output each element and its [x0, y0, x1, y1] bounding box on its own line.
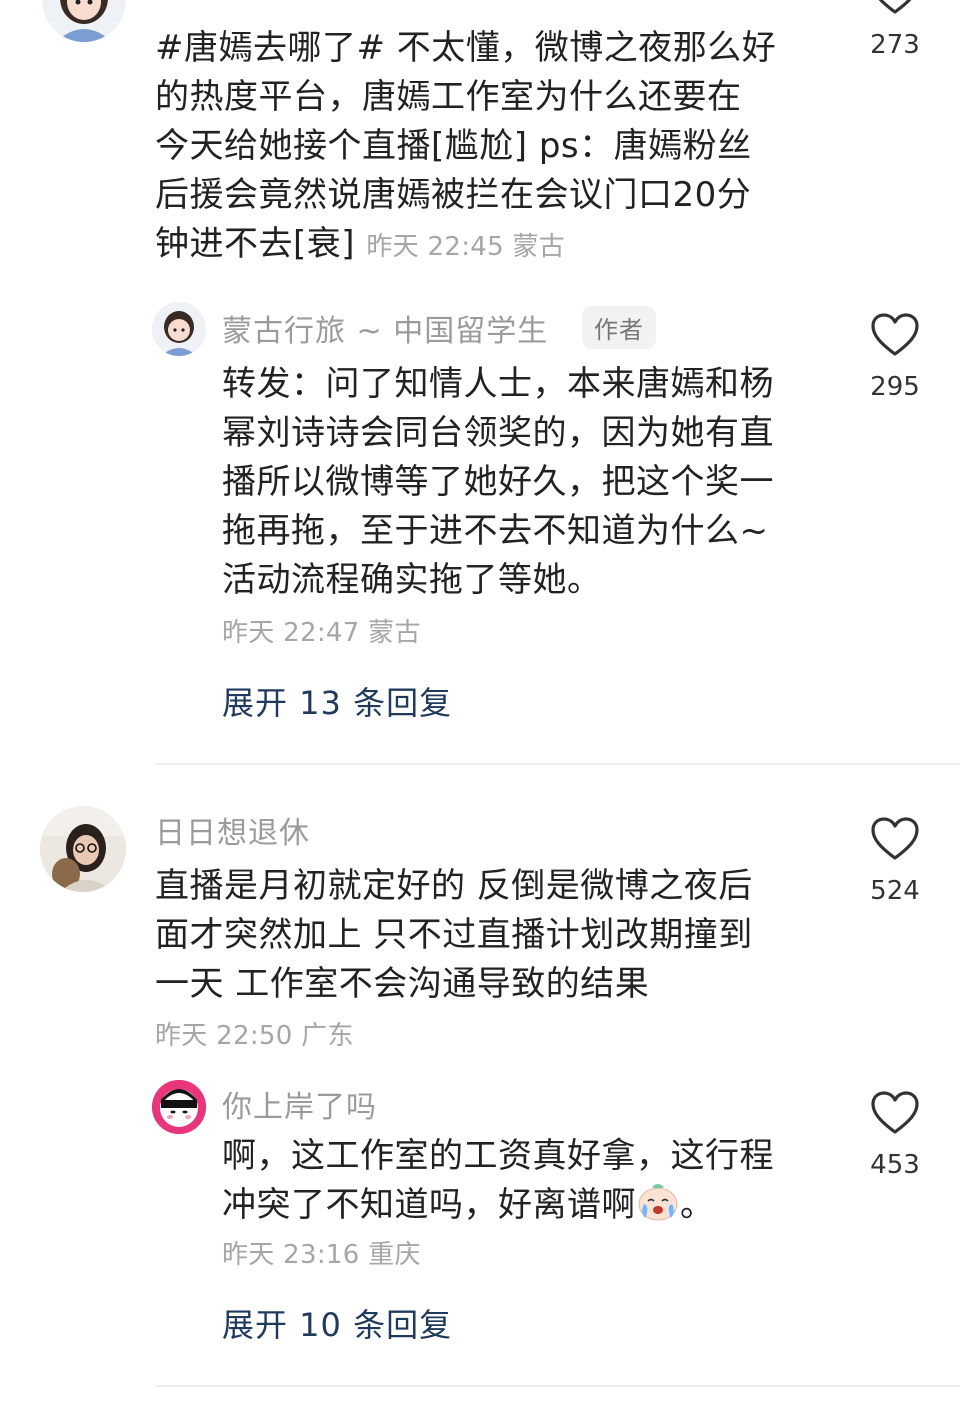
comment-meta: 昨天 22:50 广东	[155, 1021, 354, 1051]
avatar[interactable]	[40, 806, 126, 892]
like-count: 273	[870, 30, 920, 60]
reply-line: 冲突了不知道吗，好离谱啊 。	[222, 1181, 832, 1230]
expand-replies-button[interactable]: 展开 10 条回复	[222, 1300, 452, 1346]
comment-line: 一天 工作室不会沟通导致的结果	[155, 964, 650, 1004]
like-count: 453	[870, 1150, 920, 1180]
heart-outline-icon[interactable]	[870, 312, 920, 358]
comment-line: 的热度平台，唐嫣工作室为什么还要在	[155, 77, 742, 117]
reply-avatar[interactable]	[152, 1080, 206, 1134]
divider	[155, 763, 960, 765]
reply-text: 转发：问了知情人士，本来唐嫣和杨 幂刘诗诗会同台领奖的，因为她有直 播所以微博等…	[222, 360, 832, 605]
reply-line: 啊，这工作室的工资真好拿，这行程	[222, 1136, 774, 1176]
heart-outline-icon[interactable]	[870, 816, 920, 862]
reply-line: 播所以微博等了她好久，把这个奖一	[222, 462, 774, 502]
comment-line: 后援会竟然说唐嫣被拦在会议门口20分	[155, 175, 752, 215]
comment-text: #唐嫣去哪了# 不太懂，微博之夜那么好 的热度平台，唐嫣工作室为什么还要在 今天…	[155, 24, 835, 272]
reply-line: 拖再拖，至于进不去不知道为什么~	[222, 511, 769, 551]
comment-line: 直播是月初就定好的 反倒是微博之夜后	[155, 866, 753, 906]
avatar[interactable]	[42, 0, 126, 42]
reply-meta: 昨天 23:16 重庆	[222, 1240, 421, 1270]
comment-username[interactable]: 日日想退休	[155, 808, 310, 852]
reply-avatar[interactable]	[152, 302, 206, 356]
crying-emoji-icon	[638, 1184, 678, 1221]
reply-meta: 昨天 22:47 蒙古	[222, 618, 421, 648]
reply-line: 活动流程确实拖了等她。	[222, 560, 602, 600]
heart-outline-icon[interactable]	[870, 0, 920, 16]
comment-meta: 昨天 22:45 蒙古	[366, 232, 566, 262]
reply-line: 转发：问了知情人士，本来唐嫣和杨	[222, 364, 774, 404]
reply-username[interactable]: 你上岸了吗	[222, 1082, 377, 1126]
reply-text: 啊，这工作室的工资真好拿，这行程 冲突了不知道吗，好离谱啊 。	[222, 1132, 832, 1230]
heart-outline-icon[interactable]	[870, 1090, 920, 1136]
comment-line: 钟进不去[衰] 昨天 22:45 蒙古	[155, 224, 566, 264]
comment-text: 直播是月初就定好的 反倒是微博之夜后 面才突然加上 只不过直播计划改期撞到 一天…	[155, 862, 835, 1009]
divider	[155, 1385, 960, 1387]
like-count: 295	[870, 372, 920, 402]
author-badge: 作者	[582, 306, 656, 349]
comment-line: 今天给她接个直播[尴尬] ps：唐嫣粉丝	[155, 126, 752, 166]
reply-line: 幂刘诗诗会同台领奖的，因为她有直	[222, 413, 774, 453]
comment-line: #唐嫣去哪了# 不太懂，微博之夜那么好	[155, 28, 777, 68]
comment-line: 面才突然加上 只不过直播计划改期撞到	[155, 915, 753, 955]
expand-replies-button[interactable]: 展开 13 条回复	[222, 678, 452, 724]
like-count: 524	[870, 876, 920, 906]
reply-username[interactable]: 蒙古行旅 ~ 中国留学生	[222, 306, 548, 350]
